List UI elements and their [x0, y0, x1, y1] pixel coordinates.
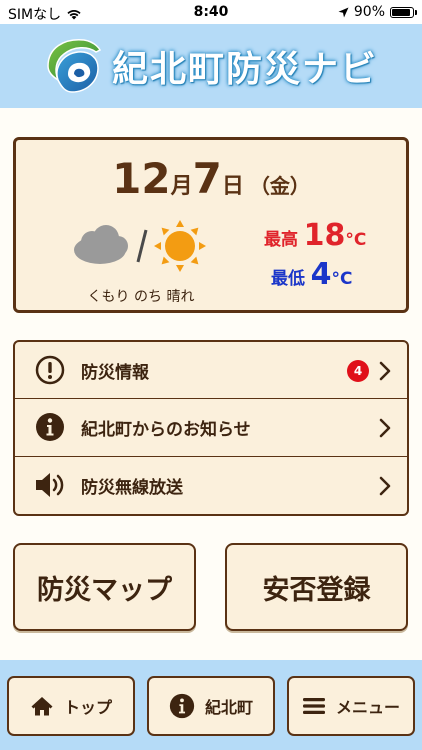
nav-town-button[interactable]: 紀北町	[147, 676, 275, 736]
temp-low-unit: °C	[331, 269, 353, 289]
speaker-icon	[33, 468, 67, 502]
temp-high: 最高 18°C	[264, 218, 366, 253]
nav-top-button[interactable]: トップ	[7, 676, 135, 736]
safety-registration-button[interactable]: 安否登録	[225, 543, 408, 631]
date-month-suffix: 月	[170, 174, 193, 199]
weather-icons	[74, 220, 206, 272]
app-header: 紀北町防災ナビ	[0, 24, 422, 108]
info-circle-icon	[169, 693, 195, 719]
temp-high-value: 18	[303, 218, 346, 253]
status-right: 90%	[338, 4, 417, 20]
location-arrow-icon	[338, 7, 349, 17]
app-title: 紀北町防災ナビ	[111, 49, 378, 90]
temp-high-label: 最高	[264, 230, 298, 250]
temp-high-unit: °C	[345, 230, 367, 250]
date-weekday: （金）	[249, 174, 310, 198]
nav-menu-label: メニュー	[335, 698, 400, 717]
menu-item-label: 防災情報	[81, 362, 149, 383]
status-bar: SIMなし 8:40 90%	[0, 0, 422, 24]
temp-low-value: 4	[310, 257, 332, 292]
chevron-right-icon	[379, 361, 391, 381]
cloud-icon	[74, 225, 128, 264]
date-month: 12	[112, 154, 171, 203]
menu-item-radio-broadcast[interactable]: 防災無線放送	[15, 457, 407, 514]
info-menu-list: 防災情報 4 紀北町からのお知らせ 防災無線放送	[13, 340, 409, 516]
hamburger-menu-icon	[302, 698, 325, 714]
date-day: 7	[192, 154, 222, 203]
nav-menu-button[interactable]: メニュー	[287, 676, 415, 736]
temp-low-label: 最低	[271, 269, 305, 289]
weather-slash	[136, 229, 148, 263]
battery-percent: 90%	[353, 4, 385, 20]
notification-badge: 4	[347, 360, 369, 382]
date-day-suffix: 日	[221, 174, 244, 199]
menu-item-label: 防災無線放送	[81, 477, 183, 498]
exclamation-circle-icon	[33, 353, 67, 387]
chevron-right-icon	[379, 419, 391, 438]
chevron-right-icon	[379, 476, 391, 495]
disaster-map-button[interactable]: 防災マップ	[13, 543, 196, 631]
sun-icon	[154, 220, 206, 272]
battery-fill	[392, 8, 410, 16]
menu-item-label: 紀北町からのお知らせ	[81, 419, 251, 440]
weather-description: くもり のち 晴れ	[87, 289, 195, 305]
battery-icon	[390, 6, 417, 18]
temp-low: 最低 4°C	[271, 257, 352, 292]
info-circle-icon	[33, 410, 67, 444]
home-icon	[31, 697, 53, 716]
nav-top-label: トップ	[63, 698, 112, 717]
app-logo-icon	[47, 39, 101, 93]
menu-item-town-news[interactable]: 紀北町からのお知らせ	[15, 399, 407, 457]
weather-date: 12月7日 （金）	[16, 154, 406, 203]
nav-town-label: 紀北町	[204, 698, 253, 717]
menu-item-disaster-info[interactable]: 防災情報 4	[15, 342, 407, 400]
footer-nav: トップ 紀北町 メニュー	[0, 660, 422, 750]
weather-card: 12月7日 （金） くもり のち 晴れ 最高 18°C 最低 4°C	[13, 137, 409, 313]
